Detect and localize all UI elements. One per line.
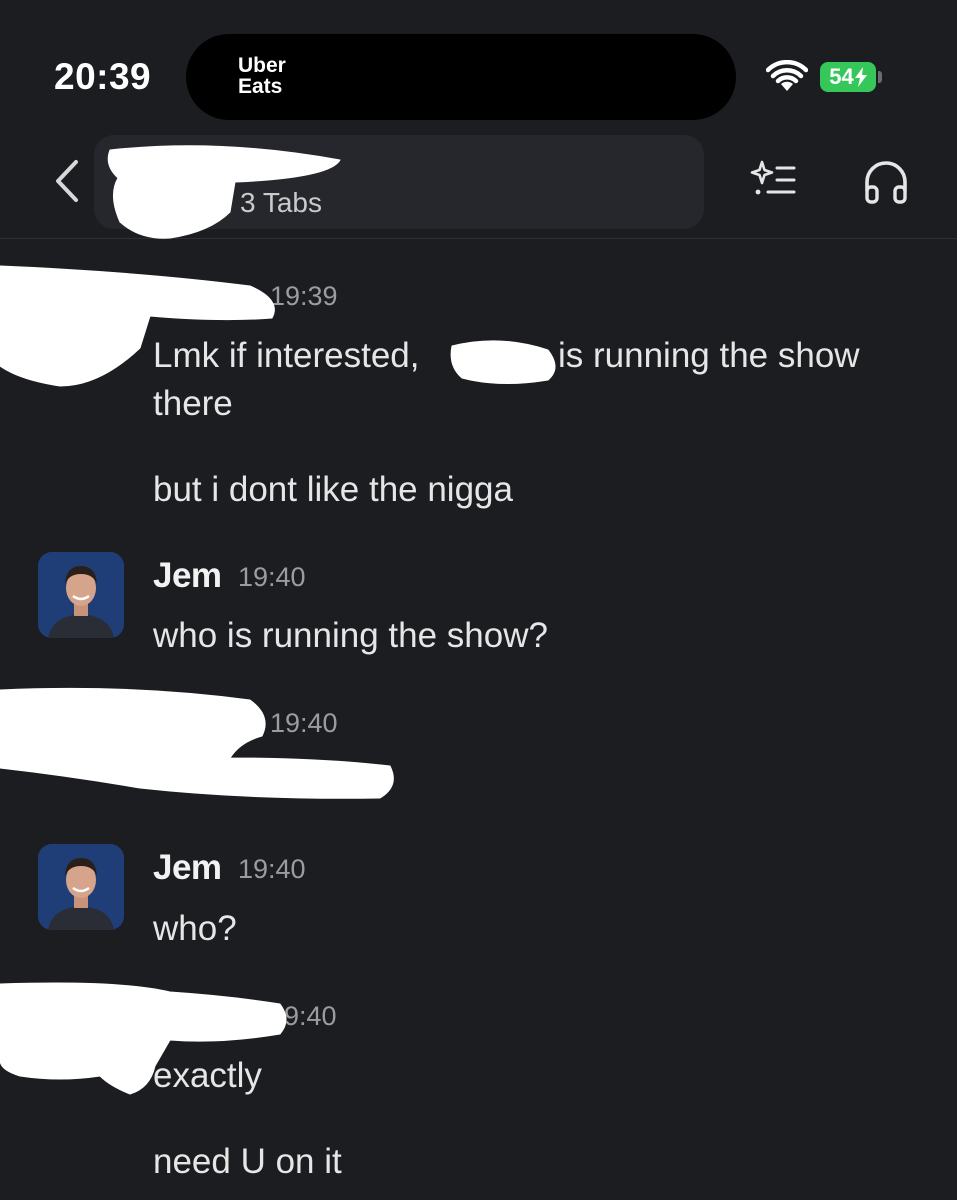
sender-name[interactable]: Jem [153, 556, 222, 596]
message-text: is running the show [558, 336, 860, 375]
message-text: who? [153, 909, 237, 948]
dynamic-island-live-activity[interactable]: Uber Eats [186, 34, 736, 120]
sparkle-list-icon[interactable] [748, 158, 798, 200]
battery-indicator: 54 [820, 62, 876, 92]
sender-name[interactable]: Jem [153, 848, 222, 888]
message-timestamp[interactable]: 19:40 [238, 562, 306, 593]
message-timestamp[interactable]: 19:40 [270, 708, 338, 739]
message-timestamp[interactable]: 19:40 [238, 854, 306, 885]
message-timestamp[interactable]: 19:39 [270, 281, 338, 312]
channel-subtitle: 3 Tabs [240, 187, 322, 218]
battery-tip [878, 71, 882, 83]
avatar[interactable] [38, 552, 124, 638]
status-time: 20:39 [54, 56, 152, 97]
avatar-photo [38, 844, 124, 930]
headphones-icon[interactable] [862, 160, 910, 206]
message-text: there [153, 384, 233, 423]
bolt-icon [854, 67, 867, 87]
message-text: need U on it [153, 1142, 342, 1181]
uber-eats-logo: Uber Eats [238, 54, 286, 98]
message-text: exactly [153, 1056, 262, 1095]
avatar[interactable] [38, 844, 124, 930]
message-text: but i dont like the nigga [153, 470, 513, 509]
channel-title-button[interactable]: 3 Tabs [94, 135, 704, 229]
message-text: Lmk if interested, [153, 336, 420, 375]
wifi-icon [766, 60, 808, 91]
chevron-left-icon[interactable] [50, 158, 84, 204]
header-divider [0, 238, 957, 239]
battery-level: 54 [829, 64, 854, 89]
message-text: who is running the show? [153, 616, 548, 655]
message-timestamp[interactable]: 9:40 [284, 1001, 337, 1032]
avatar-photo [38, 552, 124, 638]
